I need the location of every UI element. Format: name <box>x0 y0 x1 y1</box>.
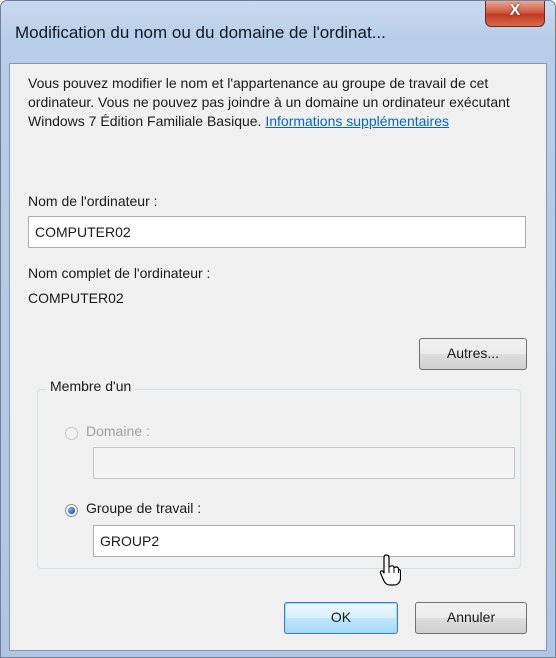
close-button[interactable]: X <box>485 1 545 27</box>
dialog-window: Modification du nom ou du domaine de l'o… <box>0 0 556 658</box>
workgroup-input[interactable]: GROUP2 <box>93 525 515 557</box>
mouse-pointer-icon <box>379 554 401 586</box>
ok-button[interactable]: OK <box>284 602 398 634</box>
cancel-button[interactable]: Annuler <box>415 602 527 634</box>
domain-label: Domaine : <box>86 423 150 439</box>
more-info-link[interactable]: Informations supplémentaires <box>265 113 449 129</box>
workgroup-label: Groupe de travail : <box>86 500 202 516</box>
more-button[interactable]: Autres... <box>419 338 527 370</box>
domain-input[interactable] <box>93 447 515 479</box>
description-text: Vous pouvez modifier le nom et l'apparte… <box>28 74 528 131</box>
computer-name-label: Nom de l'ordinateur : <box>28 193 158 209</box>
workgroup-radio[interactable] <box>65 504 78 517</box>
title-bar[interactable]: Modification du nom ou du domaine de l'o… <box>1 1 555 63</box>
domain-radio[interactable] <box>65 427 78 440</box>
computer-name-input[interactable]: COMPUTER02 <box>28 216 526 248</box>
full-name-label: Nom complet de l'ordinateur : <box>28 265 211 281</box>
window-title: Modification du nom ou du domaine de l'o… <box>15 23 386 42</box>
dialog-body: Vous pouvez modifier le nom et l'apparte… <box>9 63 547 651</box>
close-icon: X <box>509 2 521 19</box>
full-name-value: COMPUTER02 <box>28 290 124 306</box>
member-of-title: Membre d'un <box>46 378 136 394</box>
